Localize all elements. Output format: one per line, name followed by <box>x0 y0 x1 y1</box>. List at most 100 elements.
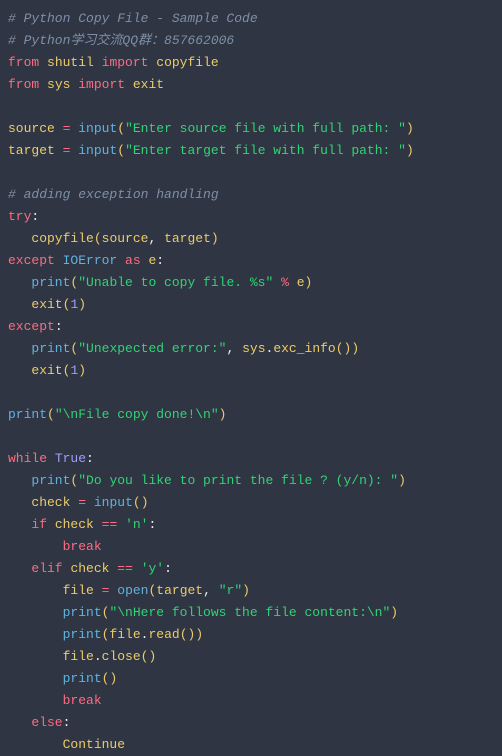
name-copyfile: copyfile <box>156 55 218 70</box>
name-exit: exit <box>133 77 164 92</box>
comment-exception: # adding exception handling <box>8 187 219 202</box>
comma: , <box>203 583 211 598</box>
paren-open: ( <box>336 341 344 356</box>
var-target: target <box>8 143 55 158</box>
builtin-print: print <box>31 341 70 356</box>
call-exit: exit <box>31 297 62 312</box>
colon: : <box>63 715 71 730</box>
paren-open: ( <box>117 121 125 136</box>
operator-assign: = <box>102 583 110 598</box>
colon: : <box>55 319 63 334</box>
module-sys: sys <box>47 77 70 92</box>
keyword-import: import <box>78 77 125 92</box>
builtin-input: input <box>94 495 133 510</box>
paren-open: ( <box>94 231 102 246</box>
colon: : <box>31 209 39 224</box>
string-unexpected: "Unexpected error:" <box>78 341 226 356</box>
keyword-from: from <box>8 77 39 92</box>
builtin-print: print <box>31 275 70 290</box>
name-continue: Continue <box>63 737 125 752</box>
colon: : <box>148 517 156 532</box>
operator-assign: = <box>78 495 86 510</box>
string-y: 'y' <box>141 561 164 576</box>
colon: : <box>156 253 164 268</box>
paren-close: ) <box>406 143 414 158</box>
comma: , <box>226 341 234 356</box>
var-e: e <box>297 275 305 290</box>
keyword-if: if <box>31 517 47 532</box>
arg-source: source <box>102 231 149 246</box>
string-prompt: "Do you like to print the file ? (y/n): … <box>78 473 398 488</box>
paren-close: ) <box>211 231 219 246</box>
var-check: check <box>31 495 70 510</box>
paren-close: ) <box>78 297 86 312</box>
keyword-from: from <box>8 55 39 70</box>
var-file: file <box>63 583 94 598</box>
module-sys: sys <box>242 341 265 356</box>
paren-close: ) <box>398 473 406 488</box>
colon: : <box>86 451 94 466</box>
paren-close: ) <box>305 275 313 290</box>
attr-excinfo: exc_info <box>273 341 335 356</box>
module-shutil: shutil <box>47 55 94 70</box>
arg-target: target <box>156 583 203 598</box>
arg-target: target <box>164 231 211 246</box>
var-file: file <box>63 649 94 664</box>
var-check: check <box>55 517 94 532</box>
comma: , <box>148 231 156 246</box>
paren-open: ( <box>133 495 141 510</box>
paren-open: ( <box>180 627 188 642</box>
builtin-input: input <box>78 143 117 158</box>
keyword-except: except <box>8 319 55 334</box>
paren-close: ) <box>78 363 86 378</box>
string-target: "Enter target file with full path: " <box>125 143 406 158</box>
keyword-elif: elif <box>31 561 62 576</box>
builtin-input: input <box>78 121 117 136</box>
dot: . <box>94 649 102 664</box>
var-file: file <box>109 627 140 642</box>
call-exit: exit <box>31 363 62 378</box>
paren-close: ) <box>148 649 156 664</box>
builtin-print: print <box>31 473 70 488</box>
var-check: check <box>70 561 109 576</box>
attr-read: read <box>148 627 179 642</box>
keyword-while: while <box>8 451 47 466</box>
const-true: True <box>55 451 86 466</box>
builtin-print: print <box>8 407 47 422</box>
string-n: 'n' <box>125 517 148 532</box>
operator-percent: % <box>281 275 289 290</box>
builtin-print: print <box>63 671 102 686</box>
paren-close: ) <box>242 583 250 598</box>
string-r: "r" <box>219 583 242 598</box>
builtin-print: print <box>63 605 102 620</box>
builtin-open: open <box>117 583 148 598</box>
keyword-except: except <box>8 253 55 268</box>
keyword-break: break <box>63 693 102 708</box>
paren-close: ) <box>109 671 117 686</box>
code-block: # Python Copy File - Sample Code # Pytho… <box>8 8 494 756</box>
exc-ioerror: IOError <box>63 253 118 268</box>
keyword-break: break <box>63 539 102 554</box>
operator-eq: == <box>102 517 118 532</box>
comment-line-1: # Python Copy File - Sample Code <box>8 11 258 26</box>
operator-assign: = <box>63 143 71 158</box>
string-source: "Enter source file with full path: " <box>125 121 406 136</box>
attr-close: close <box>102 649 141 664</box>
string-unable: "Unable to copy file. %s" <box>78 275 273 290</box>
keyword-import: import <box>102 55 149 70</box>
keyword-else: else <box>31 715 62 730</box>
string-here: "\nHere follows the file content:\n" <box>109 605 390 620</box>
string-done: "\nFile copy done!\n" <box>55 407 219 422</box>
call-copyfile: copyfile <box>31 231 93 246</box>
colon: : <box>164 561 172 576</box>
keyword-try: try <box>8 209 31 224</box>
keyword-as: as <box>125 253 141 268</box>
paren-close: ) <box>406 121 414 136</box>
paren-close: ) <box>351 341 359 356</box>
paren-close: ) <box>390 605 398 620</box>
paren-close: ) <box>195 627 203 642</box>
paren-close: ) <box>141 495 149 510</box>
operator-eq: == <box>117 561 133 576</box>
paren-open: ( <box>117 143 125 158</box>
var-source: source <box>8 121 55 136</box>
